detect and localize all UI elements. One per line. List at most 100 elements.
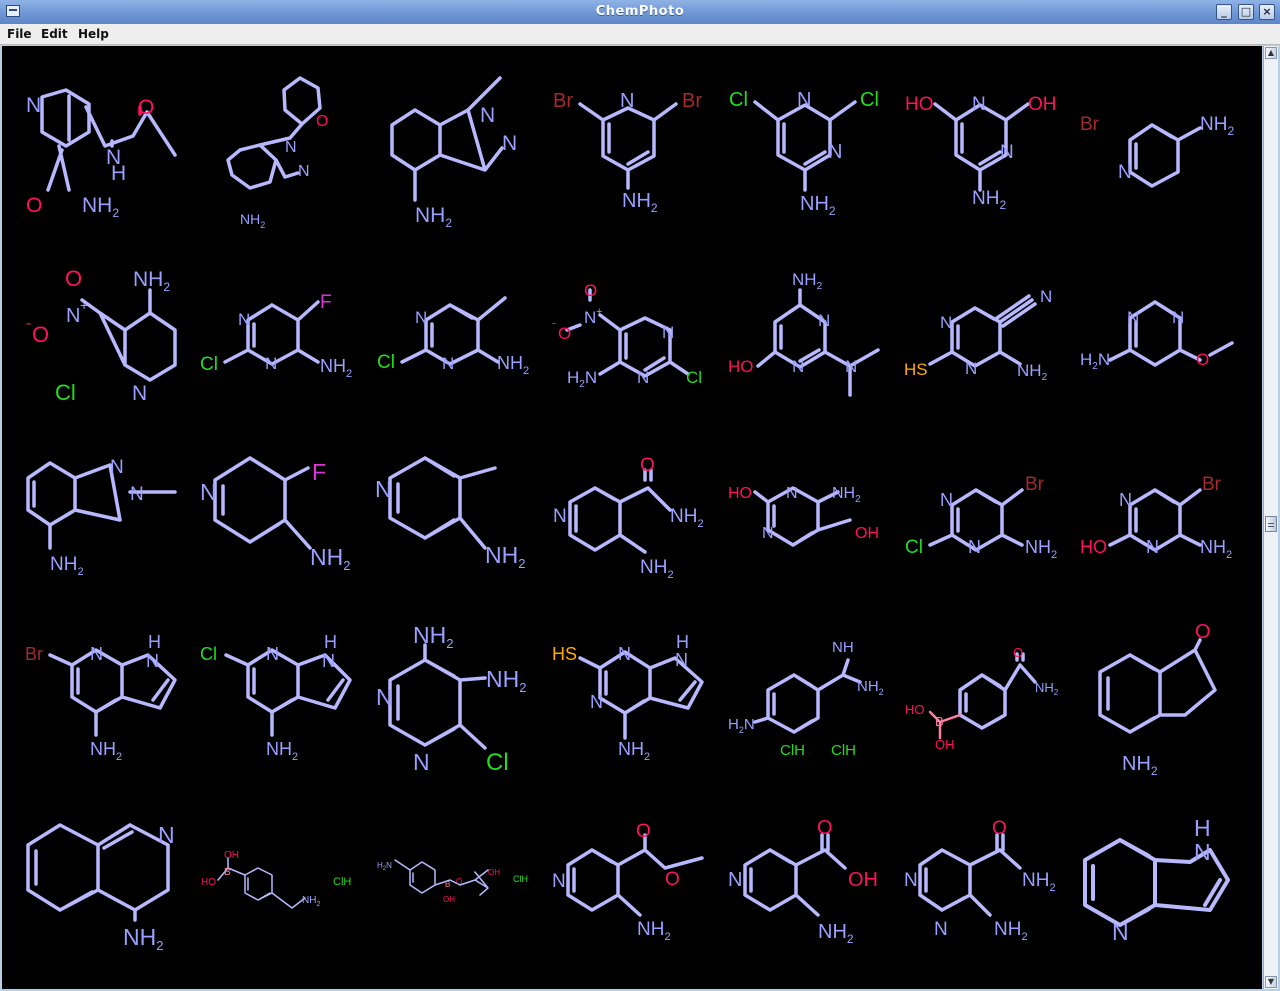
molecule-26[interactable]	[753, 658, 862, 734]
molecule-01[interactable]	[40, 88, 177, 192]
molecule-03[interactable]	[390, 76, 504, 202]
atom-label: N	[818, 311, 830, 330]
menu-help[interactable]: Help	[78, 27, 109, 41]
atom-label: ClH	[831, 742, 856, 759]
atom-label: NH2	[485, 542, 525, 571]
atom-label: HS	[552, 644, 577, 664]
atom-label: NH2	[1122, 753, 1158, 778]
molecule-24[interactable]	[388, 643, 487, 750]
atom-label: NH2	[82, 194, 119, 220]
atom-label: N	[266, 644, 279, 664]
atom-label: N	[786, 485, 798, 502]
molecule-16[interactable]	[213, 456, 312, 550]
atom-label: N	[413, 749, 430, 775]
minimize-icon[interactable]: _	[1216, 4, 1232, 20]
atom-label: N	[553, 506, 567, 527]
molecule-34[interactable]	[918, 833, 1022, 917]
atom-label: NH2	[972, 188, 1006, 212]
molecule-32[interactable]	[566, 833, 704, 917]
scroll-up-icon[interactable]: ▲	[1265, 47, 1277, 59]
atom-label: HO	[728, 357, 754, 376]
atom-label: NH2	[50, 554, 84, 578]
molecule-08[interactable]	[80, 288, 177, 382]
molecule-17[interactable]	[388, 456, 497, 550]
atom-label: N	[934, 919, 948, 940]
atom-label: O	[32, 322, 49, 347]
atom-label: O	[138, 96, 154, 119]
atom-label: NH2	[1200, 537, 1232, 561]
atom-label: N	[200, 479, 217, 505]
atom-label: N	[637, 368, 649, 387]
atom-label: N	[762, 525, 774, 542]
molecule-04[interactable]	[578, 102, 678, 190]
atom-label: NH2	[497, 353, 529, 377]
atom-label: O	[665, 869, 680, 890]
menu-file[interactable]: File	[7, 27, 32, 41]
atom-label: H	[324, 632, 337, 652]
atom-label: N	[238, 310, 250, 329]
atom-label: OH	[935, 737, 955, 752]
atom-label: N	[904, 870, 918, 891]
molecule-28[interactable]	[1098, 638, 1217, 734]
molecule-06[interactable]	[933, 102, 1030, 192]
maximize-icon[interactable]: □	[1238, 4, 1254, 20]
atom-label: N	[130, 484, 144, 505]
atom-label: OH	[848, 869, 878, 891]
molecule-29[interactable]	[26, 823, 170, 922]
atom-label: N	[502, 132, 517, 155]
atom-label: N	[285, 139, 297, 156]
atom-label: N	[66, 305, 80, 327]
molecule-07[interactable]	[1128, 123, 1202, 188]
atom-label: H	[1194, 815, 1211, 841]
atom-label: Br	[1080, 114, 1100, 135]
atom-label: NH2	[792, 270, 823, 292]
menu-edit[interactable]: Edit	[41, 27, 68, 41]
structure-grid[interactable]: N O N H O NH2 O N N NH2 N N NH2 Br N Br …	[2, 46, 1262, 989]
atom-label: N	[1172, 308, 1184, 327]
atom-label: NH2	[857, 678, 884, 697]
atom-label: Br	[25, 644, 43, 664]
atom-label: N	[552, 871, 566, 892]
molecule-12[interactable]	[756, 288, 880, 397]
atom-label: N	[940, 313, 952, 332]
atom-label: N	[965, 359, 977, 378]
atom-label: N	[590, 692, 603, 712]
atom-label: N	[265, 354, 277, 373]
atom-label: NH2	[670, 506, 704, 530]
atom-label: NH2	[622, 190, 658, 215]
atom-label: B	[935, 714, 944, 729]
atom-label: NH2	[1022, 870, 1056, 894]
atom-label: N	[792, 357, 804, 376]
molecule-31[interactable]	[394, 859, 489, 896]
atom-label: Cl	[860, 89, 879, 111]
scroll-thumb[interactable]	[1265, 516, 1277, 532]
atom-label: N	[618, 644, 631, 664]
atom-label: N	[415, 308, 427, 327]
atom-label: N	[26, 94, 41, 117]
vertical-scrollbar[interactable]: ▲ ▼	[1263, 46, 1278, 989]
atom-label: N	[1119, 490, 1132, 510]
scroll-down-icon[interactable]: ▼	[1265, 976, 1277, 988]
atom-label: OH	[443, 895, 455, 904]
atom-label: NH2	[413, 622, 453, 651]
atom-label: O	[65, 266, 82, 291]
molecule-15[interactable]	[26, 461, 177, 550]
molecule-18[interactable]	[568, 468, 672, 554]
atom-label: N	[620, 90, 634, 112]
atom-label: N	[480, 104, 495, 127]
molecule-30[interactable]	[217, 857, 306, 909]
atom-label: Cl	[729, 89, 748, 111]
molecule-33[interactable]	[743, 833, 847, 917]
molecule-27[interactable]	[928, 652, 1037, 740]
atom-label: O	[26, 194, 42, 217]
atom-label: H	[676, 632, 689, 652]
atom-label: NH2	[320, 356, 352, 380]
atom-label: HO	[905, 94, 934, 115]
atom-label: N	[146, 651, 159, 671]
close-icon[interactable]: ×	[1259, 4, 1275, 20]
atom-label: N	[158, 822, 175, 848]
atom-label: O	[456, 877, 462, 886]
atom-label: N	[442, 354, 454, 373]
atom-label: N	[662, 323, 674, 342]
atom-label: N	[1127, 308, 1139, 327]
